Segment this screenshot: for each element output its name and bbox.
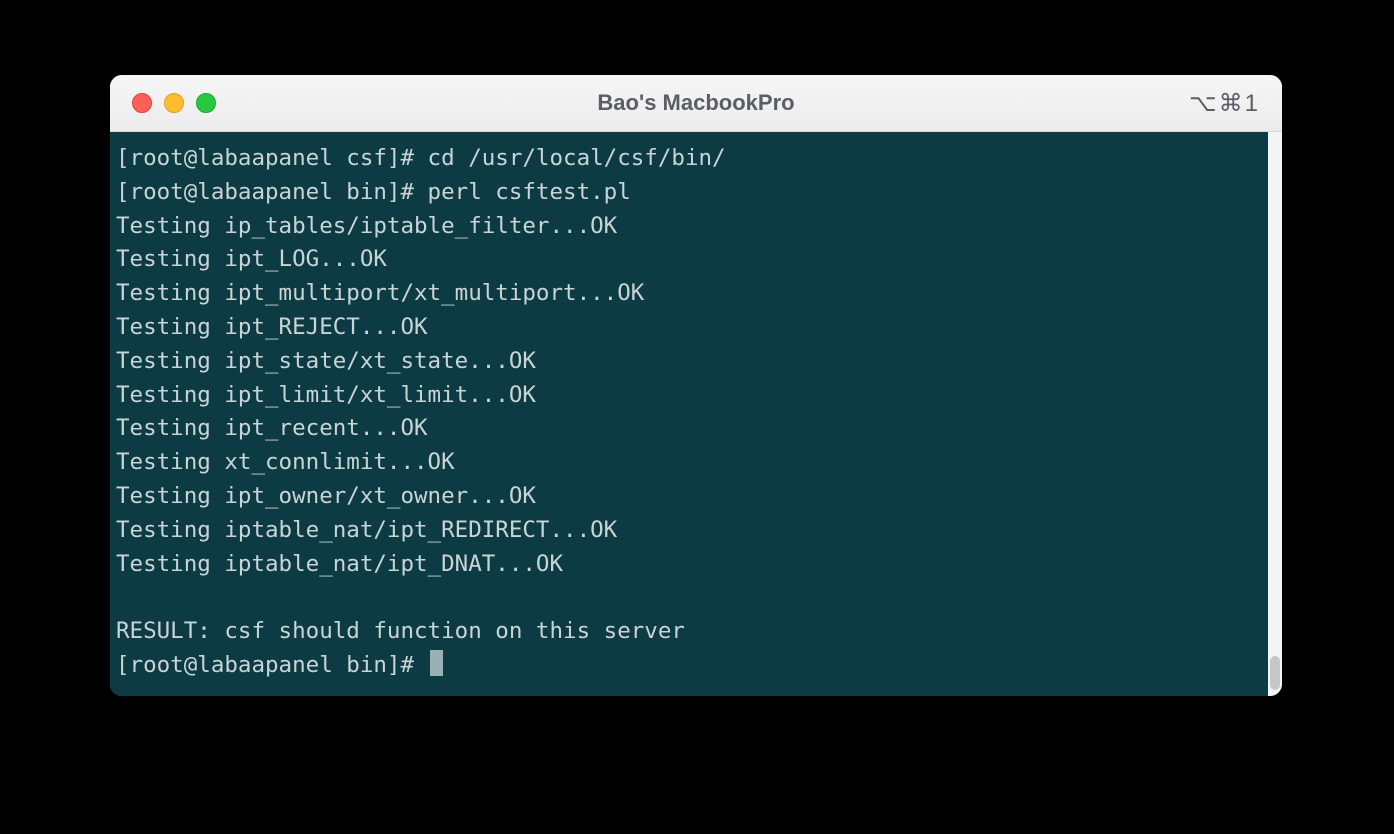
window-title: Bao's MacbookPro: [110, 90, 1282, 116]
terminal-line: Testing ip_tables/iptable_filter...OK: [116, 210, 1262, 244]
close-button[interactable]: [132, 93, 152, 113]
terminal-line: Testing ipt_LOG...OK: [116, 243, 1262, 277]
terminal-line: RESULT: csf should function on this serv…: [116, 615, 1262, 649]
titlebar: Bao's MacbookPro ⌥⌘1: [110, 75, 1282, 132]
scrollbar-thumb[interactable]: [1270, 656, 1280, 690]
terminal-output[interactable]: [root@labaapanel csf]# cd /usr/local/csf…: [110, 132, 1268, 696]
terminal-window: Bao's MacbookPro ⌥⌘1 [root@labaapanel cs…: [110, 75, 1282, 696]
terminal-line: Testing ipt_state/xt_state...OK: [116, 345, 1262, 379]
window-shortcut: ⌥⌘1: [1189, 89, 1260, 118]
terminal-cursor: [430, 650, 443, 676]
terminal-line: Testing iptable_nat/ipt_DNAT...OK: [116, 548, 1262, 582]
window-controls: [132, 93, 216, 113]
terminal-prompt-line[interactable]: [root@labaapanel bin]#: [116, 649, 1262, 683]
terminal-line: Testing ipt_REJECT...OK: [116, 311, 1262, 345]
terminal-line: [root@labaapanel bin]# perl csftest.pl: [116, 176, 1262, 210]
terminal-line: [root@labaapanel csf]# cd /usr/local/csf…: [116, 142, 1262, 176]
terminal-line: Testing ipt_owner/xt_owner...OK: [116, 480, 1262, 514]
zoom-button[interactable]: [196, 93, 216, 113]
terminal-line: [116, 581, 1262, 615]
terminal-line: Testing ipt_multiport/xt_multiport...OK: [116, 277, 1262, 311]
terminal-line: Testing ipt_recent...OK: [116, 412, 1262, 446]
scrollbar-track[interactable]: [1268, 132, 1282, 696]
terminal-line: Testing ipt_limit/xt_limit...OK: [116, 379, 1262, 413]
terminal-line: Testing iptable_nat/ipt_REDIRECT...OK: [116, 514, 1262, 548]
terminal-body-wrap: [root@labaapanel csf]# cd /usr/local/csf…: [110, 132, 1282, 696]
minimize-button[interactable]: [164, 93, 184, 113]
terminal-line: Testing xt_connlimit...OK: [116, 446, 1262, 480]
terminal-prompt: [root@labaapanel bin]#: [116, 652, 428, 678]
